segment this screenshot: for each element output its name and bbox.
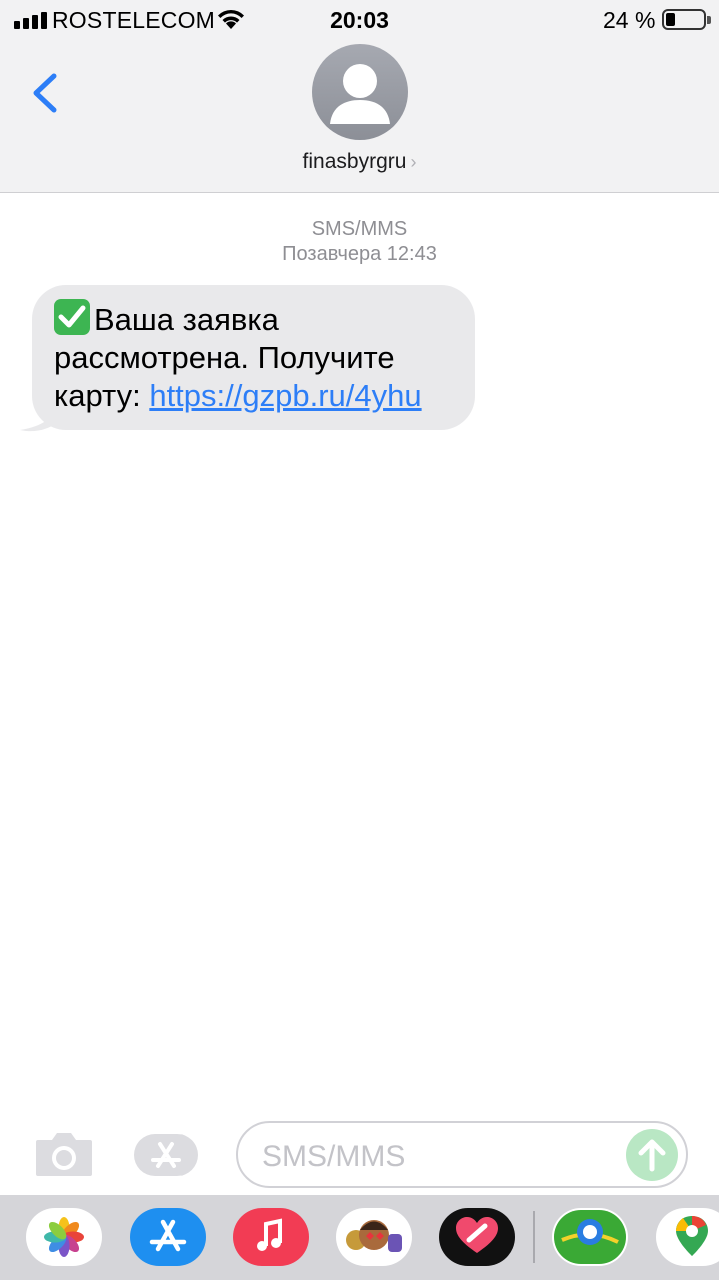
google-maps-icon[interactable] — [656, 1208, 719, 1266]
dock-divider — [533, 1211, 535, 1263]
message-line: Ваша заявка — [54, 299, 455, 339]
message-line: карту: https://gzpb.ru/4yhu — [54, 377, 455, 415]
status-bar: ROSTELECOM 20:03 24 % — [0, 0, 719, 40]
contact-name: finasbyrgru — [302, 150, 407, 173]
message-timestamp: Позавчера 12:43 — [282, 243, 437, 265]
app-store-drawer-icon[interactable] — [132, 1132, 204, 1178]
incoming-message-bubble[interactable]: Ваша заявка рассмотрена. Получите карту:… — [32, 285, 475, 430]
message-text-line3: карту: — [54, 378, 150, 413]
contact-name-button[interactable]: finasbyrgru › — [0, 150, 719, 174]
arrow-up-icon — [638, 1139, 666, 1172]
app-store-icon[interactable] — [130, 1208, 206, 1266]
memoji-icon[interactable] — [336, 1208, 412, 1266]
music-icon[interactable] — [233, 1208, 309, 1266]
chevron-right-icon: › — [410, 152, 417, 172]
person-silhouette-icon — [330, 64, 390, 124]
message-input[interactable]: SMS/MMS — [236, 1121, 688, 1188]
photos-icon[interactable] — [26, 1208, 102, 1266]
message-text-line1: Ваша заявка — [94, 302, 279, 337]
message-text-line2: рассмотрена. Получите — [54, 340, 395, 375]
send-button[interactable] — [626, 1129, 678, 1181]
battery-icon — [662, 9, 711, 30]
message-link[interactable]: https://gzpb.ru/4yhu — [149, 378, 421, 413]
camera-icon[interactable] — [34, 1130, 94, 1178]
maps-app-icon[interactable] — [552, 1208, 628, 1266]
message-input-placeholder: SMS/MMS — [262, 1140, 406, 1173]
contact-avatar[interactable] — [312, 44, 408, 140]
navigation-header: ROSTELECOM 20:03 24 % finasbyrgru › — [0, 0, 719, 193]
check-mark-emoji-icon — [54, 299, 90, 335]
battery-percentage: 24 % — [603, 7, 656, 33]
message-type-label: SMS/MMS — [311, 218, 408, 240]
back-chevron-icon[interactable] — [26, 70, 66, 116]
app-drawer — [0, 1195, 719, 1280]
heart-app-icon[interactable] — [439, 1208, 515, 1266]
